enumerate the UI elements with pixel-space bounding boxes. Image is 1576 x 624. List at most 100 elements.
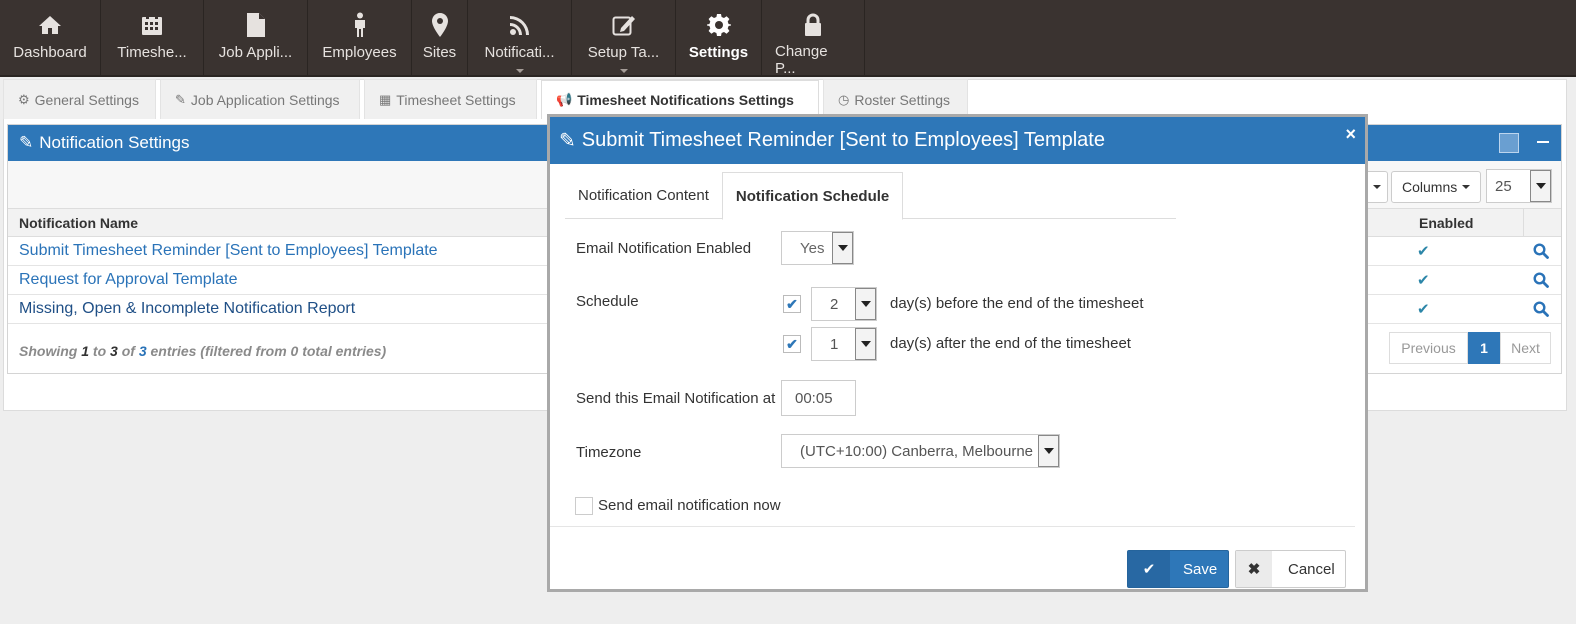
info-to: 3 [110,343,118,359]
gear-icon: ⚙ [18,91,30,107]
edit-icon [611,11,637,39]
tab-job-application-settings[interactable]: ✎ Job Application Settings [160,79,360,119]
tab-label: Job Application Settings [190,91,340,108]
send-at-label: Send this Email Notification at [576,390,776,407]
footer-divider [550,526,1355,527]
nav-label: Sites [422,44,457,61]
email-enabled-select[interactable]: Yes [781,231,854,265]
calendar-icon: ▦ [379,91,392,107]
schedule-before-value: 2 [830,295,839,313]
email-enabled-value: Yes [800,239,825,257]
nav-label: Dashboard [13,44,87,61]
tab-timesheet-settings[interactable]: ▦ Timesheet Settings [364,79,537,119]
nav-job-applications[interactable]: Job Appli... [204,0,308,77]
dialog-tabs: Notification Content Notification Schedu… [565,172,1176,220]
schedule-before-select[interactable]: 2 [811,287,877,321]
nav-timesheets[interactable]: Timeshe... [101,0,204,77]
dropdown-caret-icon [619,69,628,73]
info-text: entries (filtered from 0 total entries) [146,343,387,359]
schedule-before-text: day(s) before the end of the timesheet [890,295,1144,312]
check-icon: ✔ [1417,272,1430,289]
timezone-select[interactable]: (UTC+10:00) Canberra, Melbourne [781,434,1060,468]
column-header-name[interactable]: Notification Name [19,215,138,231]
edit-icon: ✎ [175,91,186,107]
schedule-before-checkbox[interactable]: ✔ [783,295,801,313]
nav-label: Employees [322,44,397,61]
columns-label: Columns [1402,179,1458,195]
edit-icon: ✎ [559,130,576,152]
settings-tabs: ⚙ General Settings ✎ Job Application Set… [3,79,972,119]
tab-label: General Settings [34,91,139,108]
widget-title: Notification Settings [39,133,190,152]
notification-name-link[interactable]: Request for Approval Template [19,271,238,289]
timezone-value: (UTC+10:00) Canberra, Melbourne [800,442,1034,460]
cancel-button[interactable]: ✖ Cancel [1235,550,1346,588]
nav-notifications[interactable]: Notificati... [468,0,572,77]
send-now-label: Send email notification now [598,497,781,514]
nav-setup-tables[interactable]: Setup Ta... [572,0,676,77]
nav-label: Notificati... [484,44,555,61]
notification-dialog: ✎ Submit Timesheet Reminder [Sent to Emp… [547,114,1368,592]
send-now-checkbox[interactable] [575,497,593,515]
schedule-after-value: 1 [830,335,839,353]
dialog-title: Submit Timesheet Reminder [Sent to Emplo… [581,129,1105,151]
rss-icon [507,11,533,39]
check-icon: ✔ [1417,301,1430,318]
caret-down-icon [1373,185,1381,189]
notification-name-link[interactable]: Missing, Open & Incomplete Notification … [19,300,355,318]
check-icon: ✔ [1417,243,1430,260]
send-at-time-input[interactable]: 00:05 [781,380,856,416]
select-arrow-icon [855,328,876,360]
tab-label: Timesheet Notifications Settings [577,92,794,108]
schedule-label: Schedule [576,293,639,310]
notification-name-link[interactable]: Submit Timesheet Reminder [Sent to Emplo… [19,242,438,260]
pagination: Previous 1 Next [1389,332,1551,364]
page-size-select[interactable]: 25 [1486,169,1552,203]
page-size-value: 25 [1495,177,1512,195]
previous-page-button[interactable]: Previous [1389,332,1468,364]
nav-dashboard[interactable]: Dashboard [0,0,101,77]
home-icon [37,11,63,39]
nav-employees[interactable]: Employees [308,0,412,77]
tab-timesheet-notifications-settings[interactable]: 📢 Timesheet Notifications Settings [541,79,819,119]
fullscreen-button[interactable] [1499,133,1519,153]
clock-icon: ◷ [838,91,850,107]
page-1-button[interactable]: 1 [1468,332,1500,364]
caret-down-icon [1462,185,1471,189]
calendar-icon [139,11,165,39]
save-button[interactable]: ✔ Save [1127,550,1229,588]
tab-notification-content[interactable]: Notification Content [565,172,722,219]
check-icon: ✔ [1128,551,1170,587]
search-icon[interactable] [1533,243,1549,264]
tab-notification-schedule[interactable]: Notification Schedule [721,172,904,220]
gear-icon [706,11,732,39]
search-icon[interactable] [1533,272,1549,293]
next-page-button[interactable]: Next [1500,332,1551,364]
nav-label: Settings [688,44,749,61]
schedule-after-select[interactable]: 1 [811,327,877,361]
info-total: 3 [138,343,147,359]
collapse-button[interactable] [1537,141,1549,143]
cancel-label: Cancel [1288,560,1335,578]
nav-label: Job Appli... [218,44,293,61]
timezone-label: Timezone [576,444,642,461]
nav-label: Setup Ta... [587,44,660,61]
close-icon[interactable]: × [1345,124,1356,145]
select-arrow-icon [855,288,876,320]
search-icon[interactable] [1533,301,1549,322]
tab-general-settings[interactable]: ⚙ General Settings [3,79,156,119]
schedule-after-checkbox[interactable]: ✔ [783,335,801,353]
nav-change-password[interactable]: Change P... [762,0,865,77]
close-icon: ✖ [1236,551,1272,587]
nav-sites[interactable]: Sites [412,0,468,77]
email-enabled-label: Email Notification Enabled [576,240,752,257]
tab-roster-settings[interactable]: ◷ Roster Settings [823,79,968,119]
column-header-enabled[interactable]: Enabled [1419,215,1473,231]
info-text: of [117,343,139,359]
columns-dropdown[interactable]: Columns [1391,171,1481,203]
select-arrow-icon [832,232,853,264]
edit-icon: ✎ [19,133,34,152]
select-arrow-icon [1038,435,1059,467]
tab-label: Roster Settings [854,91,951,108]
nav-settings[interactable]: Settings [676,0,762,77]
